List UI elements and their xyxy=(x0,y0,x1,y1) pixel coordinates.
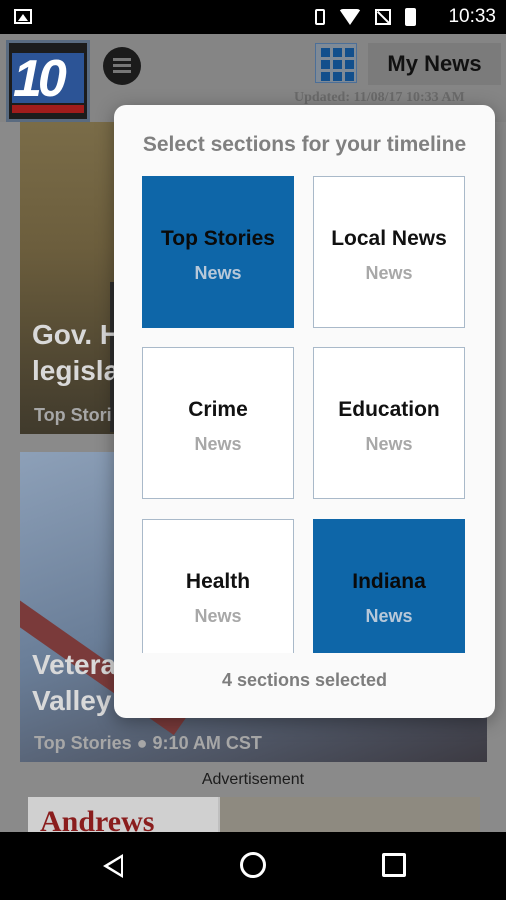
section-category: News xyxy=(365,263,413,283)
section-grid: Top Stories News Local News News Crime N… xyxy=(142,176,467,653)
section-name: Local News xyxy=(331,227,447,250)
status-bar: 10:33 xyxy=(0,0,506,34)
section-tile-top-stories[interactable]: Top Stories News xyxy=(142,176,294,328)
section-category: News xyxy=(365,434,413,454)
status-icons xyxy=(315,8,416,26)
section-tile-indiana[interactable]: Indiana News xyxy=(313,519,465,653)
section-tile-health[interactable]: Health News xyxy=(142,519,294,653)
home-icon[interactable] xyxy=(240,852,266,878)
gallery-icon xyxy=(14,9,32,24)
section-name: Crime xyxy=(188,398,248,421)
back-icon[interactable] xyxy=(103,854,123,878)
dialog-title: Select sections for your timeline xyxy=(142,133,467,156)
no-signal-icon xyxy=(375,9,391,25)
section-name: Top Stories xyxy=(161,227,275,250)
wifi-icon xyxy=(339,9,361,25)
section-category: News xyxy=(194,263,242,283)
section-tile-crime[interactable]: Crime News xyxy=(142,347,294,499)
selection-count: 4 sections selected xyxy=(221,670,388,690)
vibrate-icon xyxy=(315,9,325,25)
section-name: Health xyxy=(185,570,251,593)
section-category: News xyxy=(365,606,413,626)
status-time: 10:33 xyxy=(448,6,496,27)
navigation-bar xyxy=(0,832,506,900)
section-picker-dialog: Select sections for your timeline Top St… xyxy=(114,105,495,718)
section-tile-local-news[interactable]: Local News News xyxy=(313,176,465,328)
battery-icon xyxy=(405,8,416,26)
recents-icon[interactable] xyxy=(382,853,406,877)
section-name: Education xyxy=(338,398,440,421)
section-name: Indiana xyxy=(352,570,426,593)
section-category: News xyxy=(194,434,242,454)
section-tile-education[interactable]: Education News xyxy=(313,347,465,499)
section-category: News xyxy=(194,606,242,626)
